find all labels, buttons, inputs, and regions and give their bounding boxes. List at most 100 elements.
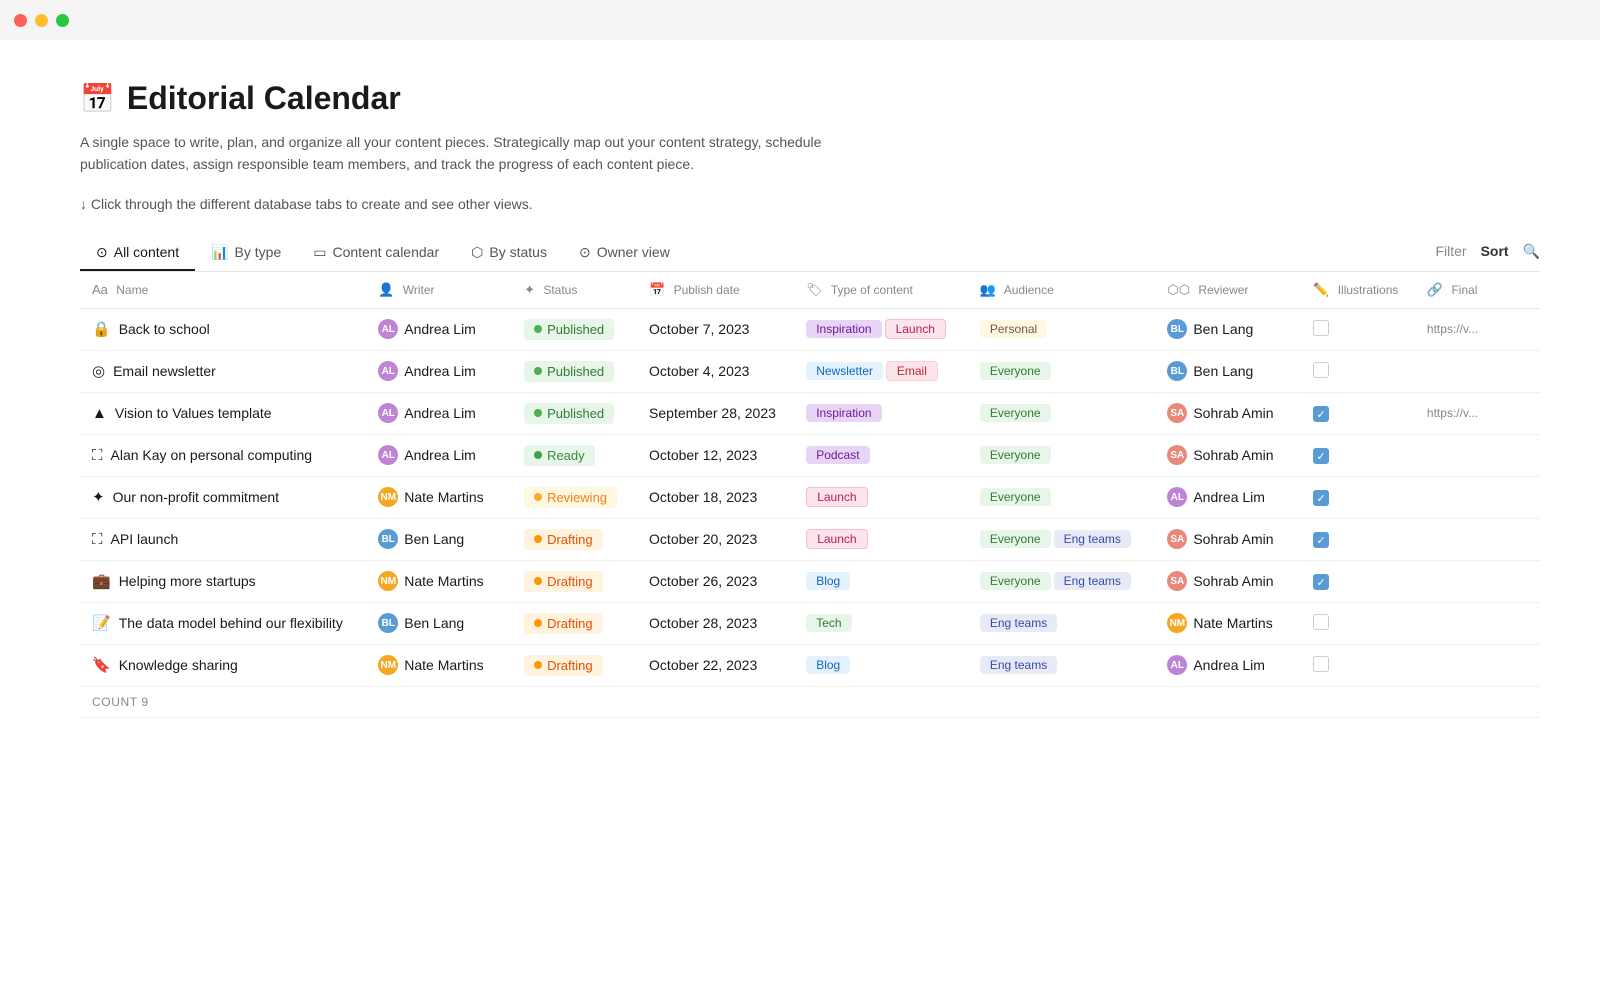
tab-by-type[interactable]: 📊 By type [195,236,297,271]
status-dot [534,619,542,627]
minimize-button[interactable] [35,14,48,27]
col-header-final: 🔗 Final [1415,272,1540,309]
cell-illustrations-8[interactable] [1301,602,1415,644]
checkbox[interactable]: ✓ [1313,532,1329,548]
cell-audience-8: Eng teams [968,602,1155,644]
cell-illustrations-3[interactable]: ✓ [1301,392,1415,434]
name-col-icon: Aa [92,282,108,297]
checkbox[interactable]: ✓ [1313,490,1329,506]
tab-content-calendar-label: Content calendar [332,244,439,260]
writer-name: Andrea Lim [404,405,476,421]
cell-audience-7: EveryoneEng teams [968,560,1155,602]
table-row[interactable]: 📝The data model behind our flexibilityBL… [80,602,1540,644]
checkbox[interactable] [1313,320,1329,336]
count-cell: COUNT 9 [80,686,1540,717]
cell-audience-9: Eng teams [968,644,1155,686]
cell-illustrations-5[interactable]: ✓ [1301,476,1415,518]
cell-illustrations-6[interactable]: ✓ [1301,518,1415,560]
checkbox[interactable]: ✓ [1313,574,1329,590]
tabs-actions: Filter Sort 🔍 [1435,243,1540,264]
tab-owner-view[interactable]: ⊙ Owner view [563,236,686,271]
cell-type-1: InspirationLaunch [794,308,968,350]
status-label: Reviewing [547,490,607,505]
col-header-status: ✦ Status [512,272,637,309]
cell-pubdate-5: October 18, 2023 [637,476,794,518]
cell-illustrations-7[interactable]: ✓ [1301,560,1415,602]
cell-reviewer-6: SASohrab Amin [1155,518,1301,560]
audience-tag: Everyone [980,404,1051,422]
count-row: COUNT 9 [80,686,1540,717]
type-tag: Newsletter [806,362,883,380]
table-row[interactable]: ▲Vision to Values templateALAndrea LimPu… [80,392,1540,434]
table-row[interactable]: ⛶API launchBLBen LangDraftingOctober 20,… [80,518,1540,560]
cell-audience-2: Everyone [968,350,1155,392]
writer-name: Nate Martins [404,489,483,505]
audience-tag: Everyone [980,362,1051,380]
tab-content-calendar[interactable]: ▭ Content calendar [297,236,455,271]
cell-illustrations-2[interactable] [1301,350,1415,392]
cell-final-1: https://v... [1415,308,1540,350]
cell-illustrations-9[interactable] [1301,644,1415,686]
checkbox[interactable]: ✓ [1313,448,1329,464]
cell-status-3: Published [512,392,637,434]
page-icon: 📅 [80,82,115,115]
filter-button[interactable]: Filter [1435,243,1466,259]
type-tag: Launch [885,319,946,339]
cell-reviewer-5: ALAndrea Lim [1155,476,1301,518]
checkbox[interactable]: ✓ [1313,406,1329,422]
tab-all-content[interactable]: ⊙ All content [80,236,195,271]
writer-name: Ben Lang [404,531,464,547]
status-badge: Drafting [524,655,603,676]
status-dot [534,367,542,375]
cell-pubdate-6: October 20, 2023 [637,518,794,560]
table-row[interactable]: 🔖Knowledge sharingNMNate MartinsDrafting… [80,644,1540,686]
checkbox[interactable] [1313,614,1329,630]
owner-view-icon: ⊙ [579,244,591,261]
cell-status-7: Drafting [512,560,637,602]
row-title: Knowledge sharing [119,657,238,673]
avatar: SA [1167,403,1187,423]
status-dot [534,535,542,543]
cell-reviewer-3: SASohrab Amin [1155,392,1301,434]
type-tag: Inspiration [806,320,881,338]
pubdate-col-icon: 📅 [649,282,665,297]
avatar: SA [1167,445,1187,465]
cell-pubdate-8: October 28, 2023 [637,602,794,644]
cell-illustrations-1[interactable] [1301,308,1415,350]
table-row[interactable]: ⛶Alan Kay on personal computingALAndrea … [80,434,1540,476]
illustrations-col-icon: ✏️ [1313,282,1329,297]
row-icon: ▲ [92,405,107,422]
cell-name-9: 🔖Knowledge sharing [80,644,366,686]
col-header-writer: 👤 Writer [366,272,512,309]
status-badge: Drafting [524,613,603,634]
tab-all-content-label: All content [114,244,179,260]
status-dot [534,409,542,417]
page-description: A single space to write, plan, and organ… [80,131,880,176]
table-row[interactable]: 🔒Back to schoolALAndrea LimPublishedOcto… [80,308,1540,350]
status-badge: Published [524,319,614,340]
page-title: Editorial Calendar [127,80,401,117]
cell-type-5: Launch [794,476,968,518]
all-content-icon: ⊙ [96,244,108,261]
count-label: COUNT [92,695,141,709]
sort-button[interactable]: Sort [1481,243,1509,259]
type-tag: Podcast [806,446,869,464]
table-row[interactable]: ◎Email newsletterALAndrea LimPublishedOc… [80,350,1540,392]
tab-by-status[interactable]: ⬡ By status [455,236,563,271]
tab-by-status-label: By status [489,244,547,260]
table-row[interactable]: 💼Helping more startupsNMNate MartinsDraf… [80,560,1540,602]
checkbox[interactable] [1313,362,1329,378]
table-row[interactable]: ✦Our non-profit commitmentNMNate Martins… [80,476,1540,518]
status-badge: Published [524,403,614,424]
audience-tag: Eng teams [1054,530,1131,548]
maximize-button[interactable] [56,14,69,27]
cell-status-5: Reviewing [512,476,637,518]
search-icon[interactable]: 🔍 [1523,243,1540,260]
cell-illustrations-4[interactable]: ✓ [1301,434,1415,476]
cell-reviewer-2: BLBen Lang [1155,350,1301,392]
close-button[interactable] [14,14,27,27]
cell-final-9 [1415,644,1540,686]
type-tag: Blog [806,572,850,590]
cell-pubdate-3: September 28, 2023 [637,392,794,434]
checkbox[interactable] [1313,656,1329,672]
